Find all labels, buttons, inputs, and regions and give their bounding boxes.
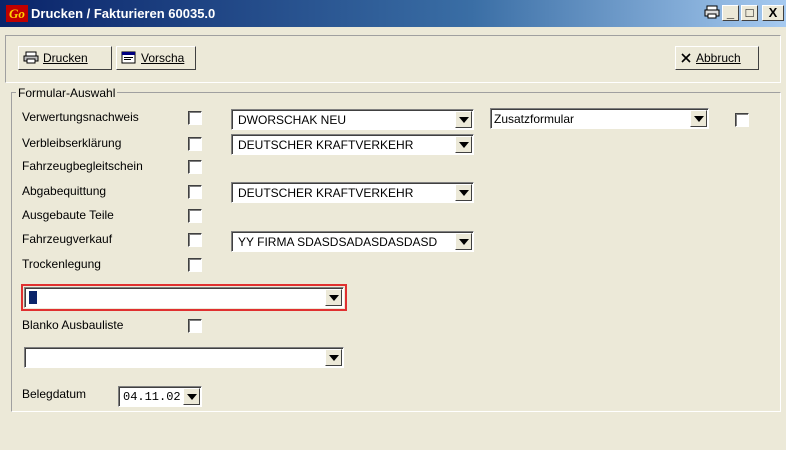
printer-icon (23, 49, 39, 64)
delivery-receipt-value: DEUTSCHER KRAFTVERKEHR (238, 186, 414, 200)
close-icon (680, 49, 692, 63)
maximize-button[interactable]: □ (741, 5, 758, 21)
drainage-label: Trockenlegung (22, 257, 101, 271)
form-selection-label: Formular-Auswahl (16, 86, 118, 100)
printer-icon[interactable] (703, 5, 720, 21)
delivery-receipt-select[interactable]: DEUTSCHER KRAFTVERKEHR (231, 182, 474, 203)
extra-form-checkbox[interactable] (735, 113, 749, 127)
recycling-certificate-label: Verwertungsnachweis (22, 110, 139, 124)
recycling-certificate-checkbox[interactable] (188, 111, 202, 125)
cancel-button-label: Abbruch (696, 51, 741, 65)
whereabouts-declaration-value: DEUTSCHER KRAFTVERKEHR (238, 138, 414, 152)
vehicle-sale-value: YY FIRMA SDASDSADASDASDASD (238, 235, 438, 249)
extra-form-select[interactable]: Zusatzformular (490, 108, 709, 129)
recycling-certificate-value: DWORSCHAK NEU (238, 113, 347, 127)
text-cursor (29, 291, 37, 304)
vehicle-sale-label: Fahrzeugverkauf (22, 232, 113, 246)
vehicle-transport-label: Fahrzeugbegleitschein (22, 159, 143, 173)
whereabouts-declaration-select[interactable]: DEUTSCHER KRAFTVERKEHR (231, 134, 474, 155)
minimize-button[interactable]: _ (722, 5, 739, 21)
document-date-value: 04.11.02 (123, 390, 181, 404)
document-date-picker[interactable]: 04.11.02 (118, 386, 202, 407)
vehicle-transport-checkbox[interactable] (188, 160, 202, 174)
chevron-down-icon[interactable] (455, 111, 472, 128)
blank-parts-list-label: Blanko Ausbauliste (22, 318, 124, 332)
cancel-button[interactable]: Abbruch (675, 46, 759, 70)
chevron-down-icon[interactable] (325, 349, 342, 366)
vehicle-sale-checkbox[interactable] (188, 233, 202, 247)
blank-parts-list-select[interactable] (24, 347, 344, 368)
drainage-checkbox[interactable] (188, 258, 202, 272)
close-button[interactable]: X (762, 5, 784, 21)
preview-icon (121, 49, 137, 64)
whereabouts-declaration-checkbox[interactable] (188, 137, 202, 151)
vehicle-sale-select[interactable]: YY FIRMA SDASDSADASDASDASD (231, 231, 474, 252)
removed-parts-checkbox[interactable] (188, 209, 202, 223)
chevron-down-icon[interactable] (183, 388, 200, 405)
print-button-label: Drucken (43, 51, 88, 65)
print-button[interactable]: Drucken (18, 46, 112, 70)
print-invoice-window: Go Drucken / Fakturieren 60035.0 _ □ X D… (0, 0, 786, 450)
title-bar[interactable]: Go Drucken / Fakturieren 60035.0 _ □ X (0, 0, 786, 27)
chevron-down-icon[interactable] (455, 184, 472, 201)
focused-select[interactable] (21, 284, 347, 311)
extra-form-value: Zusatzformular (494, 112, 575, 126)
removed-parts-label: Ausgebaute Teile (22, 208, 114, 222)
preview-button[interactable]: Vorscha (116, 46, 196, 70)
window-title: Drucken / Fakturieren 60035.0 (31, 6, 216, 21)
chevron-down-icon[interactable] (325, 289, 342, 306)
recycling-certificate-select[interactable]: DWORSCHAK NEU (231, 109, 474, 130)
delivery-receipt-label: Abgabequittung (22, 184, 107, 198)
toolbar: Drucken Vorscha Abbruch (5, 35, 781, 83)
chevron-down-icon[interactable] (455, 233, 472, 250)
preview-button-label: Vorscha (141, 51, 185, 65)
chevron-down-icon[interactable] (455, 136, 472, 153)
whereabouts-declaration-label: Verbleibserklärung (22, 136, 122, 150)
app-logo-icon: Go (6, 5, 28, 22)
document-date-label: Belegdatum (22, 387, 87, 401)
delivery-receipt-checkbox[interactable] (188, 185, 202, 199)
chevron-down-icon[interactable] (690, 110, 707, 127)
blank-parts-list-checkbox[interactable] (188, 319, 202, 333)
